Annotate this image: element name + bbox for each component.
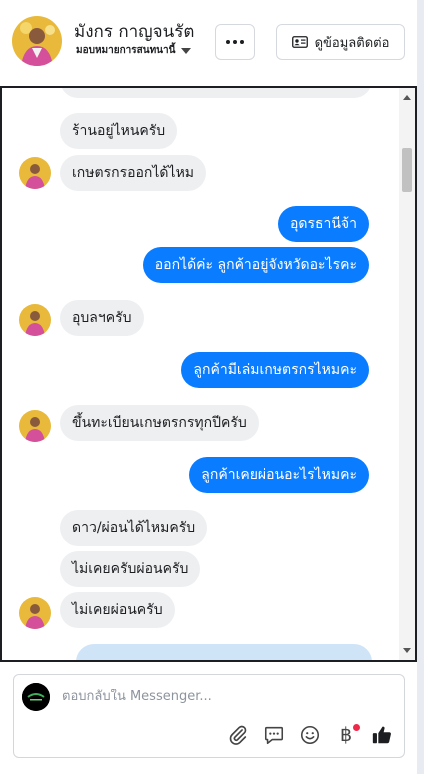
assign-label: มอบหมายการสนทนานี้ [76,45,176,56]
message-thread[interactable]: ร้านอยู่ไหนครับ เกษตรกรออกได้ไหม อุดรธาน… [0,86,417,662]
message-incoming: ดาว/ผ่อนได้ไหมครับ [60,510,208,546]
ellipsis-icon [226,40,230,44]
message-incoming: ไม่เคยผ่อนครับ [60,592,175,628]
contact-avatar-small [19,410,51,442]
contact-name: มังกร กาญจนรัต [74,22,195,42]
scroll-up-arrow-icon[interactable] [403,95,411,100]
baht-icon: ฿ [339,724,353,746]
reply-composer: ฿ [13,674,405,758]
notification-dot [353,724,360,731]
more-options-button[interactable] [215,24,255,60]
message-incoming: ร้านอยู่ไหนครับ [60,113,178,149]
message-outgoing: ลูกค้ามีเล่มเกษตรกรไหมคะ [181,352,369,388]
assign-conversation-dropdown[interactable]: มอบหมายการสนทนานี้ [76,43,192,58]
message-partial-top [60,88,372,98]
message-incoming: อุบลฯครับ [60,300,144,336]
message-media-partial[interactable] [76,644,372,660]
contact-avatar[interactable] [12,16,62,66]
attach-button[interactable] [226,723,250,747]
view-contact-button[interactable]: ดูข้อมูลติดต่อ [276,24,405,60]
like-button[interactable] [370,723,394,747]
contact-avatar-small [19,304,51,336]
scroll-down-arrow-icon[interactable] [403,648,411,653]
payment-button[interactable]: ฿ [334,723,360,747]
message-outgoing: อุดรธานีจ้า [277,206,369,242]
message-input[interactable] [62,689,382,704]
contact-avatar-small [19,157,51,189]
message-incoming: เกษตรกรออกได้ไหม [60,155,207,191]
smiley-icon [300,725,320,745]
emoji-button[interactable] [298,723,322,747]
message-incoming: ขึ้นทะเบียนเกษตรกรทุกปีครับ [60,405,259,441]
chat-bubble-icon [264,726,284,745]
chat-scrollbar[interactable] [399,88,415,660]
message-incoming: ไม่เคยครับผ่อนครับ [60,551,201,587]
caret-down-icon [181,47,192,54]
message-outgoing: ลูกค้าเคยผ่อนอะไรไหมคะ [189,457,369,493]
saved-replies-button[interactable] [262,723,286,747]
scroll-thumb[interactable] [402,148,412,192]
view-contact-label: ดูข้อมูลติดต่อ [314,35,390,51]
contact-avatar-small [19,597,51,629]
thumbs-up-icon [372,726,391,744]
page-avatar [22,683,50,711]
messenger-panel: มังกร กาญจนรัต มอบหมายการสนทนานี้ ดูข้อม… [0,0,417,774]
conversation-header: มังกร กาญจนรัต มอบหมายการสนทนานี้ ดูข้อม… [0,0,417,84]
message-outgoing: ออกได้ค่ะ ลูกค้าอยู่จังหวัดอะไรคะ [142,247,369,283]
paperclip-icon [229,725,247,745]
contact-card-icon [291,36,308,48]
